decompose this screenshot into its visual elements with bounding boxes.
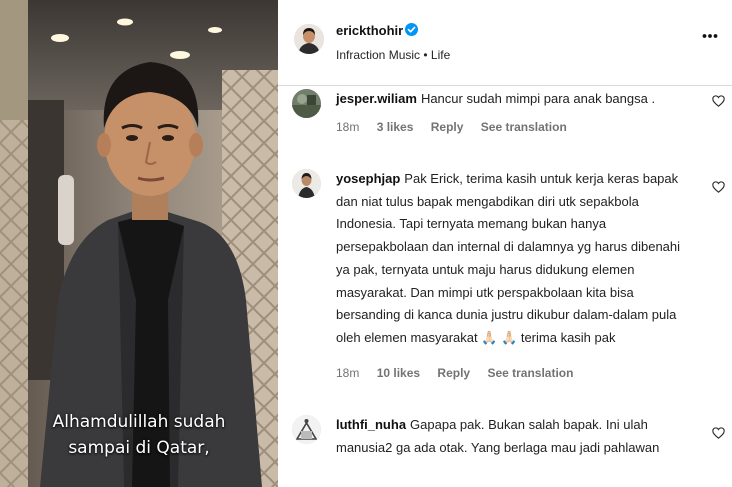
comment-body: jesper.wiliam Hancur sudah mimpi para ana… xyxy=(336,88,696,111)
post-username[interactable]: erickthohir xyxy=(336,23,403,38)
avatar-icon xyxy=(292,89,321,118)
comment-body: yosephjap Pak Erick, terima kasih untuk k… xyxy=(336,168,696,350)
heart-icon[interactable] xyxy=(712,427,725,439)
post-sidebar: erickthohir Infraction Music • Life jesp… xyxy=(278,0,732,487)
see-translation-button[interactable]: See translation xyxy=(487,366,573,380)
comment-username[interactable]: jesper.wiliam xyxy=(336,91,417,106)
comments-list[interactable]: jesper.wiliam Hancur sudah mimpi para ana… xyxy=(278,86,732,487)
profile-avatar[interactable] xyxy=(294,24,324,54)
comment-text: Hancur sudah mimpi para anak bangsa . xyxy=(420,91,656,106)
commenter-avatar[interactable] xyxy=(292,169,321,198)
more-horizontal-icon[interactable] xyxy=(702,33,718,39)
comment-reply-button[interactable]: Reply xyxy=(437,366,470,380)
comment-time[interactable]: 18m xyxy=(336,120,359,134)
comment-time[interactable]: 18m xyxy=(336,366,359,380)
comment-body: luthfi_nuha Gapapa pak. Bukan salah bapak… xyxy=(336,414,696,459)
avatar-icon xyxy=(292,169,321,198)
heart-icon[interactable] xyxy=(712,95,725,107)
comment-reply-button[interactable]: Reply xyxy=(431,120,464,134)
avatar-icon xyxy=(292,415,321,444)
comment-meta: 18m 10 likes Reply See translation xyxy=(336,366,587,380)
commenter-avatar[interactable] xyxy=(292,89,321,118)
video-caption-line-2: sampai di Qatar, xyxy=(68,438,210,458)
see-translation-button[interactable]: See translation xyxy=(481,120,567,134)
heart-icon[interactable] xyxy=(712,181,725,193)
commenter-avatar[interactable] xyxy=(292,415,321,444)
comment-username[interactable]: luthfi_nuha xyxy=(336,417,406,432)
comment-meta: 18m 3 likes Reply See translation xyxy=(336,120,581,134)
video-player[interactable]: Alhamdulillah sudah sampai di Qatar, xyxy=(0,0,278,487)
video-caption-line-1: Alhamdulillah sudah xyxy=(52,412,226,432)
comment-username[interactable]: yosephjap xyxy=(336,171,400,186)
avatar-icon xyxy=(294,24,324,54)
post-header: erickthohir Infraction Music • Life xyxy=(278,0,732,86)
comment-likes[interactable]: 10 likes xyxy=(377,366,420,380)
verified-badge-icon xyxy=(405,23,418,36)
comment-likes[interactable]: 3 likes xyxy=(377,120,414,134)
post-audio-subtitle[interactable]: Infraction Music • Life xyxy=(336,48,450,62)
comment-text: Pak Erick, terima kasih untuk kerja kera… xyxy=(336,171,681,345)
